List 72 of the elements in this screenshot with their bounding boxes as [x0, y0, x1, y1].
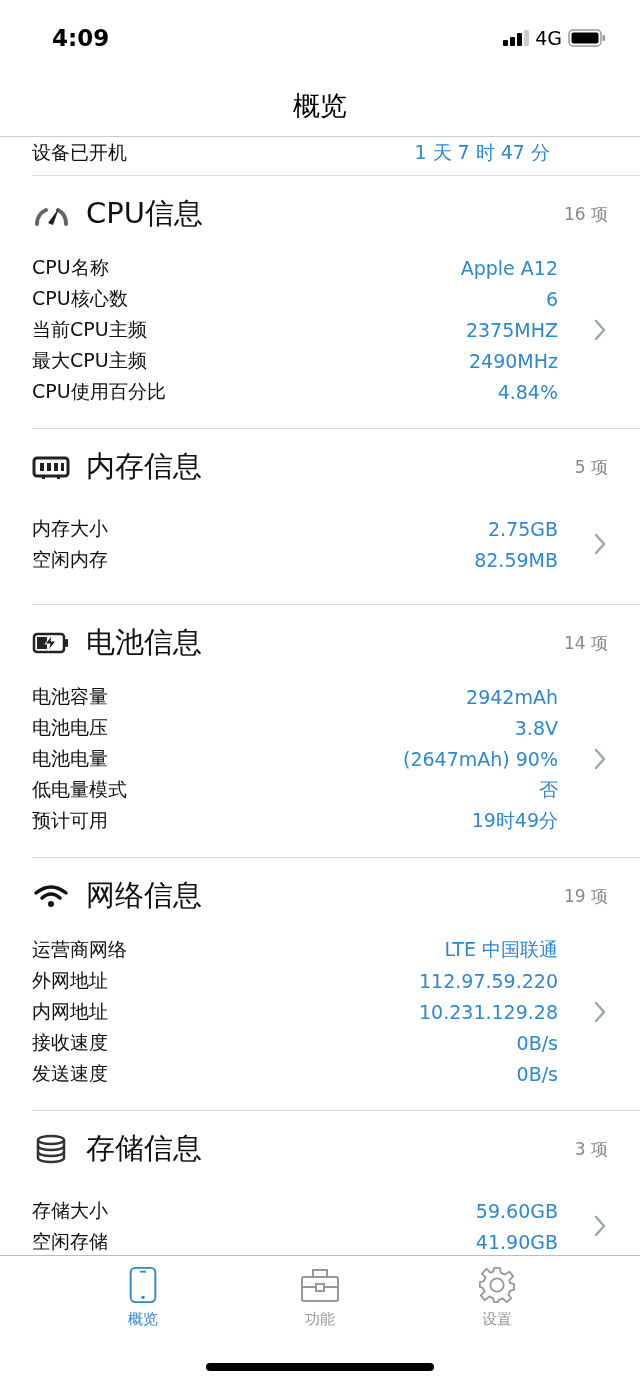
row-label: 设备已开机 [32, 139, 127, 165]
row-label: 发送速度 [32, 1060, 108, 1086]
wifi-icon [32, 884, 70, 908]
row-value: 112.97.59.220 [419, 969, 558, 992]
status-time: 4:09 [52, 24, 110, 51]
row-value: 10.231.129.28 [419, 1000, 558, 1023]
row-value: 82.59MB [474, 548, 558, 571]
row-label: CPU名称 [32, 254, 109, 280]
item-count: 5 项 [574, 455, 608, 479]
row-value: 3.8V [514, 716, 558, 739]
row-value: 2375MHZ [465, 318, 558, 341]
phone-icon [127, 1266, 158, 1304]
row-value: LTE 中国联通 [444, 936, 558, 962]
row-label: 电池电量 [32, 745, 108, 771]
chevron-icon [594, 533, 606, 555]
row-value: 2942mAh [466, 685, 558, 708]
row-value: 19时49分 [471, 807, 558, 833]
row-label: 运营商网络 [32, 936, 127, 962]
section-row-link[interactable]: CPU名称 Apple A12 CPU核心数 6 当前CPU主频 2375MHZ 最大CPU主频 2490MHz CPU使用百分比 4.84% [32, 252, 640, 407]
signal-icon [503, 29, 530, 46]
section-title: 存储信息 [86, 1130, 203, 1167]
row-value: 否 [539, 776, 558, 802]
row-value: 6 [545, 287, 558, 310]
row-value: 4.84% [497, 380, 558, 403]
section-row-link[interactable]: 存储大小 59.60GB 空闲存储 41.90GB [32, 1187, 640, 1255]
row-value: 59.60GB [475, 1199, 558, 1222]
row-value: (2647mAh) 90% [403, 747, 558, 770]
row-value: 2490MHz [469, 349, 558, 372]
row-label: 预计可用 [32, 807, 108, 833]
row-label: 接收速度 [32, 1029, 108, 1055]
row-label: 低电量模式 [32, 776, 127, 802]
item-count: 16 项 [563, 202, 608, 226]
row-label: 空闲内存 [32, 546, 108, 572]
chevron-icon [594, 1215, 606, 1237]
row-value: 0B/s [516, 1062, 558, 1085]
settings-icon [477, 1266, 518, 1304]
tab-item[interactable]: 概览 [102, 1266, 183, 1332]
row-label: 内网地址 [32, 998, 108, 1024]
row-label: 存储大小 [32, 1197, 108, 1223]
row-label: 外网地址 [32, 967, 108, 993]
row-value: Apple A12 [460, 256, 558, 279]
battery-charging-icon [32, 631, 70, 655]
row-value: 2.75GB [487, 517, 558, 540]
item-count: 19 项 [563, 884, 608, 908]
memory-chip-icon [32, 455, 70, 479]
section-title: CPU信息 [86, 195, 204, 232]
row-label: 电池电压 [32, 714, 108, 740]
item-count: 14 项 [563, 631, 608, 655]
section-title: 内存信息 [86, 448, 203, 485]
chevron-icon [594, 747, 606, 770]
chevron-icon [594, 318, 606, 341]
item-count: 3 项 [574, 1137, 608, 1161]
battery-icon [568, 28, 606, 47]
row-label: 最大CPU主频 [32, 347, 147, 373]
row-label: 当前CPU主频 [32, 316, 147, 342]
page-title: 概览 [293, 88, 347, 123]
chevron-icon [594, 1000, 606, 1023]
row-label: 内存大小 [32, 515, 108, 541]
section-row-link[interactable]: 电池容量 2942mAh 电池电压 3.8V 电池电量 (2647mAh) 90% 低电量模式 否 预计可用 19时49分 [32, 681, 640, 836]
row-label: CPU使用百分比 [32, 378, 166, 404]
section-row-link[interactable]: 运营商网络 LTE 中国联通 外网地址 112.97.59.220 内网地址 10.231.129.28 接收速度 0B/s 发送速度 0B/s [32, 934, 640, 1089]
section-row-link[interactable]: 内存大小 2.75GB 空闲内存 82.59MB [32, 505, 640, 583]
section-title: 电池信息 [86, 624, 203, 661]
section-title: 网络信息 [86, 877, 203, 914]
row-label: 电池容量 [32, 683, 108, 709]
row-value: 41.90GB [475, 1230, 558, 1253]
briefcase-icon [300, 1266, 340, 1304]
network-type: 4G [535, 26, 562, 49]
row-value: 1 天 7 时 47 分 [414, 139, 550, 165]
row-label: 空闲存储 [32, 1228, 108, 1254]
row-value: 0B/s [516, 1031, 558, 1054]
row-label: CPU核心数 [32, 285, 128, 311]
